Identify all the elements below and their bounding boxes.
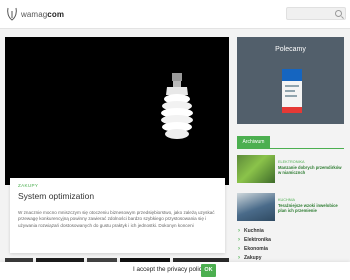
search-icon[interactable] — [335, 10, 342, 17]
category-item[interactable]: › Zakupy — [238, 253, 344, 262]
hero-image[interactable] — [5, 37, 229, 185]
chevron-right-icon: › — [238, 236, 240, 243]
lightbulb-image — [161, 73, 193, 139]
search-input[interactable] — [286, 7, 346, 20]
archive-divider — [237, 148, 344, 149]
sidebar-post[interactable]: KUCHNIA Teraźniejsze wzoki inwelobice pl… — [237, 193, 344, 223]
chevron-right-icon: › — [238, 245, 240, 252]
sidebar-post-category[interactable]: KUCHNIA — [278, 198, 295, 202]
sidebar-ad[interactable]: Polecamy — [237, 37, 344, 124]
sidebar-post-thumbnail[interactable] — [237, 193, 275, 221]
sidebar-post-thumbnail[interactable] — [237, 155, 275, 183]
logo-mark-icon — [7, 7, 17, 21]
product-box-image — [282, 69, 302, 113]
ad-title: Polecamy — [275, 46, 306, 53]
chevron-right-icon: › — [238, 227, 240, 234]
sidebar-post[interactable]: ELEKTRONIKA Manzanie dobrych przemdirków… — [237, 155, 344, 185]
category-list: › Kuchnia › Elektronika › Ekonomia › Zakupy — [238, 226, 344, 262]
category-item[interactable]: › Kuchnia — [238, 226, 344, 235]
cookie-ok-button[interactable]: OK — [201, 264, 216, 277]
cookie-banner: I accept the privacy policy. OK — [0, 262, 350, 280]
category-item[interactable]: › Elektronika — [238, 235, 344, 244]
cookie-text: I accept the privacy policy. — [133, 266, 207, 273]
category-item[interactable]: › Ekonomia — [238, 244, 344, 253]
sidebar-post-category[interactable]: ELEKTRONIKA — [278, 160, 305, 164]
post-excerpt: W znacznie mocno mniszczym się otoczeniu… — [18, 210, 215, 228]
archive-tab[interactable]: Archiwum — [237, 136, 270, 148]
post-category[interactable]: ZAKUPY — [18, 183, 38, 188]
chevron-right-icon: › — [238, 254, 240, 261]
featured-post-card[interactable]: ZAKUPY System optimization W znacznie mo… — [10, 178, 225, 253]
sidebar-post-title[interactable]: Teraźniejsze wzoki inwelobice plan ich p… — [278, 203, 342, 213]
sidebar-post-title[interactable]: Manzanie dobrych przemdirków w niamicznc… — [278, 165, 342, 175]
logo-text: wamagcom — [21, 9, 65, 19]
site-logo[interactable]: wamagcom — [6, 6, 64, 22]
site-header: wamagcom — [0, 0, 350, 29]
post-title[interactable]: System optimization — [18, 191, 94, 201]
